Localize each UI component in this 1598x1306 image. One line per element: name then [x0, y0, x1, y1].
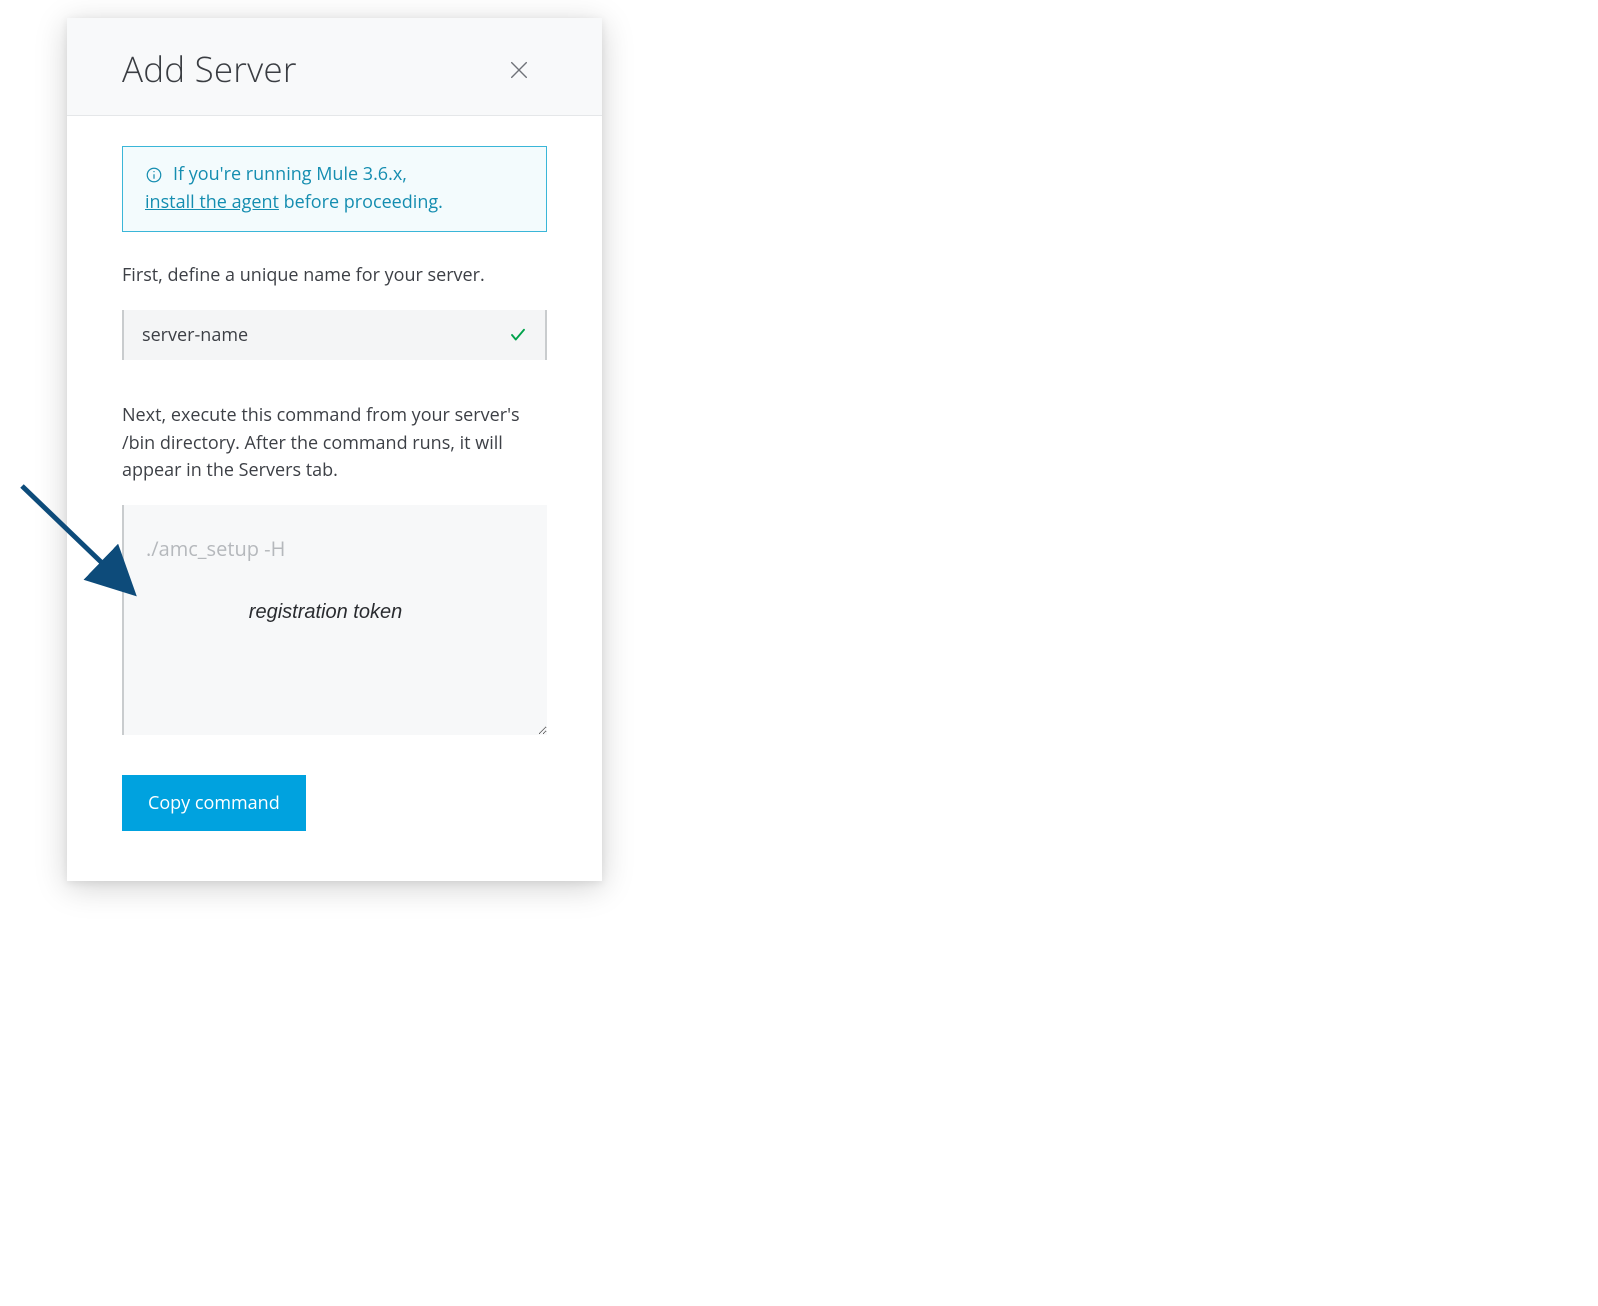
install-agent-link[interactable]: install the agent: [145, 190, 279, 214]
modal-title: Add Server: [122, 46, 297, 93]
modal-body: If you're running Mule 3.6.x, install th…: [67, 116, 602, 881]
info-banner: If you're running Mule 3.6.x, install th…: [122, 146, 547, 232]
add-server-modal: Add Server If you're running Mule 3.6.x,: [67, 18, 602, 881]
info-icon: [145, 165, 163, 183]
step2-text: Next, execute this command from your ser…: [122, 402, 547, 486]
step1-text: First, define a unique name for your ser…: [122, 262, 547, 290]
checkmark-icon: [509, 326, 527, 344]
command-box: registration token: [122, 505, 547, 735]
close-icon[interactable]: [508, 59, 530, 81]
server-name-field-wrapper: [122, 310, 547, 360]
info-text-post: before proceeding.: [284, 190, 443, 214]
info-text-pre: If you're running Mule 3.6.x,: [173, 161, 407, 189]
command-textarea[interactable]: [124, 505, 547, 735]
copy-command-button[interactable]: Copy command: [122, 775, 306, 831]
modal-header: Add Server: [67, 18, 602, 116]
server-name-input[interactable]: [142, 323, 493, 347]
